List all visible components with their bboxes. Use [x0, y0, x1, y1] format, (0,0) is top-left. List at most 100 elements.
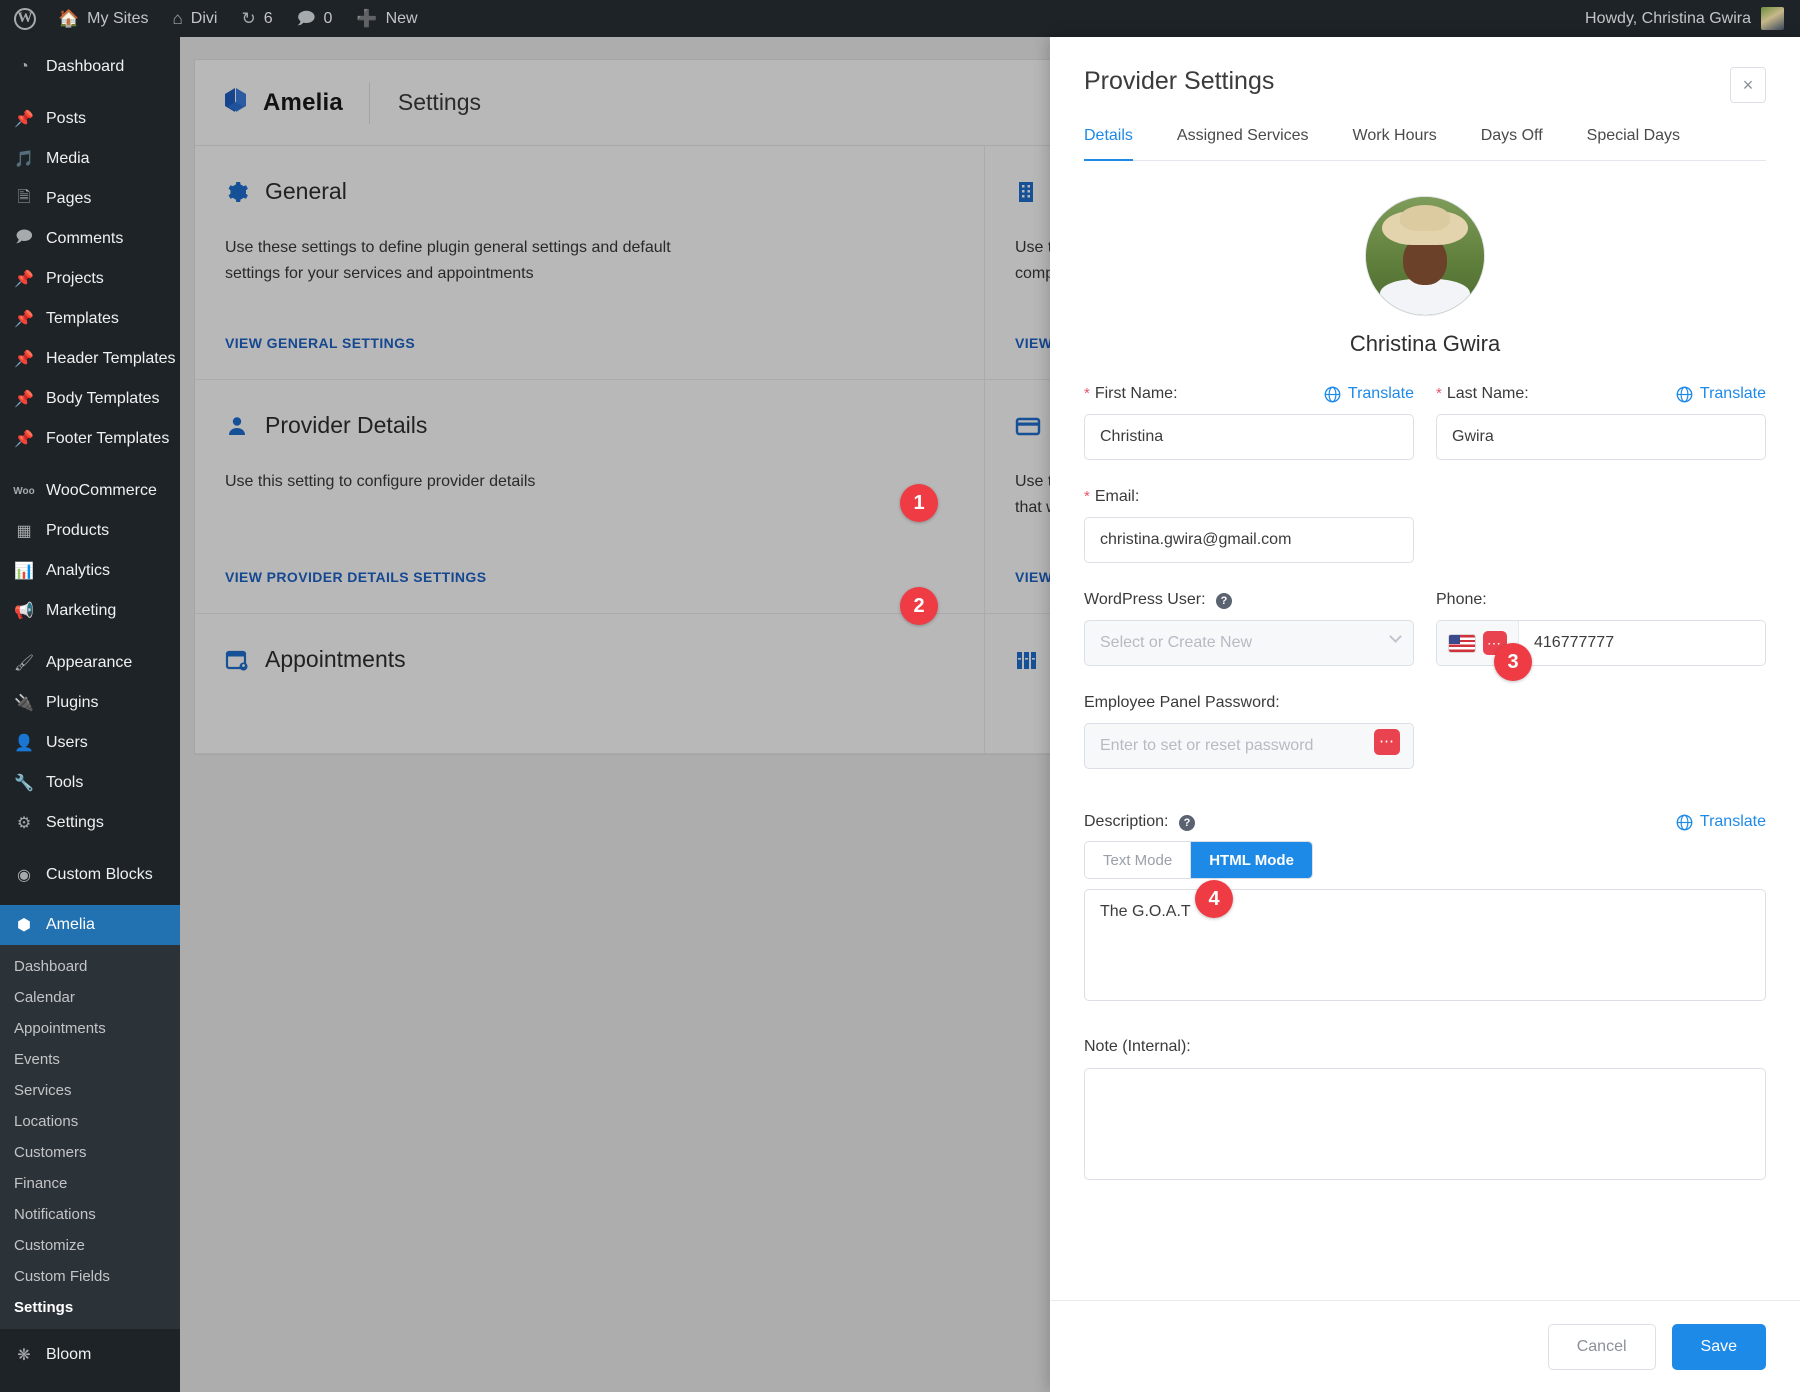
- tab-days-off[interactable]: Days Off: [1481, 127, 1543, 160]
- submenu-item-customers[interactable]: Customers: [0, 1137, 180, 1168]
- sidebar-item-plugins[interactable]: 🔌 Plugins: [0, 683, 180, 723]
- adminbar-my-sites-label: My Sites: [87, 10, 148, 28]
- text-mode-button[interactable]: Text Mode: [1085, 842, 1190, 878]
- submenu-item-services[interactable]: Services: [0, 1075, 180, 1106]
- wordpress-logo-icon[interactable]: W: [0, 0, 46, 37]
- media-icon: 🎵: [14, 149, 34, 169]
- adminbar-item-comments[interactable]: 🗩 0: [285, 0, 345, 37]
- adminbar-item-new[interactable]: ➕ New: [344, 0, 429, 37]
- description-textarea[interactable]: [1084, 889, 1766, 1001]
- avatar: [1761, 7, 1784, 30]
- help-icon[interactable]: ?: [1179, 815, 1195, 831]
- pin-icon: 📌: [14, 269, 34, 289]
- adminbar-account[interactable]: Howdy, Christina Gwira: [1585, 7, 1800, 30]
- last-name-input[interactable]: [1436, 414, 1766, 460]
- tab-special-days[interactable]: Special Days: [1587, 127, 1680, 160]
- email-input[interactable]: [1084, 517, 1414, 563]
- password-input[interactable]: [1084, 723, 1414, 769]
- panel-header: Provider Settings ×: [1050, 37, 1800, 103]
- home-icon: ⌂: [173, 10, 183, 27]
- submenu-item-custom-fields[interactable]: Custom Fields: [0, 1261, 180, 1292]
- sidebar-item-amelia[interactable]: ⬢ Amelia: [0, 905, 180, 945]
- pin-icon: 📌: [14, 389, 34, 409]
- sidebar-item-templates[interactable]: 📌 Templates: [0, 299, 180, 339]
- tab-assigned-services[interactable]: Assigned Services: [1177, 127, 1309, 160]
- sidebar-item-dashboard[interactable]: ◔ Dashboard: [0, 47, 180, 87]
- sidebar-item-marketing[interactable]: 📢 Marketing: [0, 591, 180, 631]
- globe-icon: [1676, 814, 1693, 831]
- sidebar-item-label: WooCommerce: [46, 482, 157, 500]
- cancel-button[interactable]: Cancel: [1548, 1324, 1656, 1370]
- comments-icon: 🗩: [14, 226, 34, 253]
- tab-details[interactable]: Details: [1084, 127, 1133, 160]
- sidebar-item-footer-templates[interactable]: 📌 Footer Templates: [0, 419, 180, 459]
- phone-label: Phone:: [1436, 591, 1487, 609]
- submenu-item-finance[interactable]: Finance: [0, 1168, 180, 1199]
- phone-input[interactable]: [1519, 621, 1765, 665]
- sidebar-item-custom-blocks[interactable]: ◉ Custom Blocks: [0, 855, 180, 895]
- submenu-item-notifications[interactable]: Notifications: [0, 1199, 180, 1230]
- html-mode-button[interactable]: HTML Mode: [1190, 842, 1312, 878]
- password-keypad-icon[interactable]: ⋯: [1374, 729, 1400, 755]
- sidebar-item-products[interactable]: ▦ Products: [0, 511, 180, 551]
- sidebar-item-bloom[interactable]: ❋ Bloom: [0, 1335, 180, 1375]
- provider-avatar[interactable]: [1366, 197, 1484, 315]
- password-spacer: [1436, 692, 1766, 769]
- adminbar-item-updates[interactable]: ↻ 6: [229, 0, 284, 37]
- wordpress-user-select[interactable]: [1084, 620, 1414, 666]
- translate-first-name-button[interactable]: Translate: [1324, 385, 1414, 403]
- sidebar-item-body-templates[interactable]: 📌 Body Templates: [0, 379, 180, 419]
- last-name-group: Last Name: Translate: [1436, 383, 1766, 460]
- sidebar-item-header-templates[interactable]: 📌 Header Templates: [0, 339, 180, 379]
- submenu-item-events[interactable]: Events: [0, 1044, 180, 1075]
- users-icon: 👤: [14, 733, 34, 753]
- plus-icon: ➕: [356, 10, 377, 27]
- email-row: Email:: [1084, 486, 1766, 563]
- amelia-icon: ⬢: [14, 915, 34, 935]
- submenu-item-calendar[interactable]: Calendar: [0, 982, 180, 1013]
- sidebar-item-appearance[interactable]: 🖌 Appearance: [0, 643, 180, 683]
- tab-work-hours[interactable]: Work Hours: [1353, 127, 1437, 160]
- sidebar-item-pages[interactable]: 🗎 Pages: [0, 179, 180, 219]
- amelia-submenu: Dashboard Calendar Appointments Events S…: [0, 945, 180, 1329]
- translate-label: Translate: [1348, 385, 1414, 403]
- plug-icon: 🔌: [14, 693, 34, 713]
- step-badge-2: 2: [900, 587, 938, 625]
- wordpress-user-label: WordPress User:: [1084, 591, 1206, 608]
- sidebar-item-label: Tools: [46, 774, 83, 792]
- sidebar-item-comments[interactable]: 🗩 Comments: [0, 219, 180, 259]
- first-name-input[interactable]: [1084, 414, 1414, 460]
- submenu-item-customize[interactable]: Customize: [0, 1230, 180, 1261]
- submenu-item-appointments[interactable]: Appointments: [0, 1013, 180, 1044]
- sidebar-item-users[interactable]: 👤 Users: [0, 723, 180, 763]
- sidebar-item-label: Pages: [46, 190, 91, 208]
- description-label: Description:: [1084, 813, 1168, 830]
- submenu-item-dashboard[interactable]: Dashboard: [0, 951, 180, 982]
- marketing-icon: 📢: [14, 601, 34, 621]
- sidebar-item-woocommerce[interactable]: Woo WooCommerce: [0, 471, 180, 511]
- close-icon[interactable]: ×: [1730, 67, 1766, 103]
- submenu-item-locations[interactable]: Locations: [0, 1106, 180, 1137]
- sidebar-item-label: Amelia: [46, 916, 95, 934]
- sidebar-item-tools[interactable]: 🔧 Tools: [0, 763, 180, 803]
- translate-last-name-button[interactable]: Translate: [1676, 385, 1766, 403]
- sidebar-item-label: Media: [46, 150, 90, 168]
- sidebar-item-label: Templates: [46, 310, 119, 328]
- adminbar-item-my-sites[interactable]: 🏠 My Sites: [46, 0, 161, 37]
- help-icon[interactable]: ?: [1216, 593, 1232, 609]
- note-section: Note (Internal):: [1084, 1036, 1766, 1185]
- save-button[interactable]: Save: [1672, 1324, 1766, 1370]
- translate-description-button[interactable]: Translate: [1676, 813, 1766, 831]
- submenu-item-settings[interactable]: Settings: [0, 1292, 180, 1323]
- sidebar-item-media[interactable]: 🎵 Media: [0, 139, 180, 179]
- sidebar-item-analytics[interactable]: 📊 Analytics: [0, 551, 180, 591]
- sidebar-item-projects[interactable]: 📌 Projects: [0, 259, 180, 299]
- adminbar-item-divi[interactable]: ⌂ Divi: [161, 0, 230, 37]
- comments-icon: 🗩: [297, 10, 316, 27]
- step-badge-3: 3: [1494, 643, 1532, 681]
- provider-avatar-block: Christina Gwira: [1084, 161, 1766, 357]
- note-textarea[interactable]: [1084, 1068, 1766, 1180]
- sidebar-item-posts[interactable]: 📌 Posts: [0, 99, 180, 139]
- sidebar-item-settings[interactable]: ⚙ Settings: [0, 803, 180, 843]
- sidebar-item-label: Bloom: [46, 1346, 91, 1364]
